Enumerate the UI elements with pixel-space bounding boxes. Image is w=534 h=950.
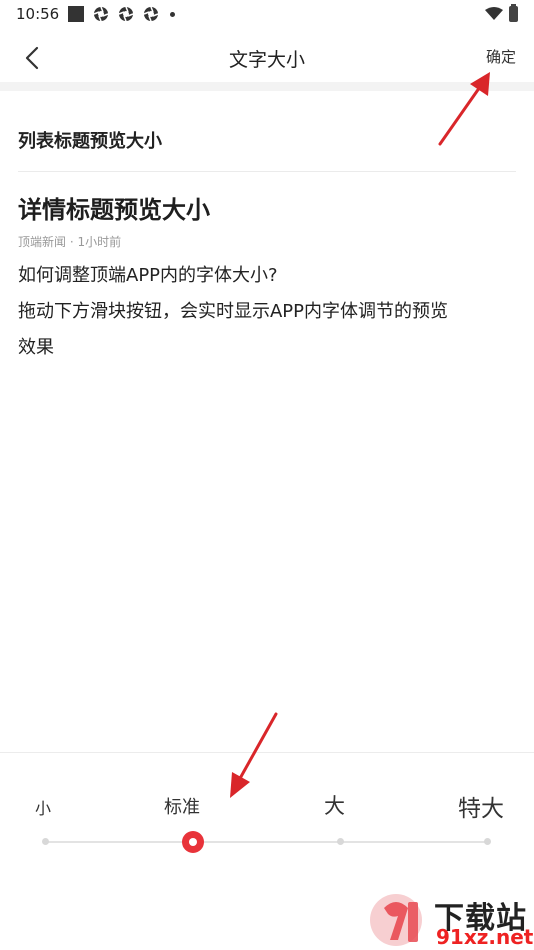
- battery-icon: [509, 4, 518, 22]
- system-icons: [485, 4, 518, 22]
- size-option-standard[interactable]: 标准: [164, 793, 200, 819]
- wifi-icon: [485, 7, 503, 20]
- notification-icons: [68, 6, 175, 22]
- confirm-button[interactable]: 确定: [486, 46, 516, 67]
- body-line: 拖动下方滑块按钮，会实时显示APP内字体调节的预览: [18, 301, 449, 322]
- body-line: 效果: [18, 337, 54, 358]
- size-option-extra-large[interactable]: 特大: [458, 789, 504, 823]
- size-option-large[interactable]: 大: [324, 790, 345, 820]
- size-option-small[interactable]: 小: [35, 795, 51, 819]
- preview-divider: [18, 171, 516, 172]
- body-line: 如何调整顶端APP内的字体大小?: [18, 265, 278, 286]
- slider-stop-small[interactable]: [42, 838, 49, 845]
- article-meta: 顶端新闻 · 1小时前: [18, 235, 122, 249]
- aperture-icon: [143, 6, 159, 22]
- slider-stop-extra-large[interactable]: [484, 838, 491, 845]
- page-title: 文字大小: [228, 49, 305, 71]
- app-header: 文字大小 确定: [0, 32, 534, 82]
- slider-stop-large[interactable]: [337, 838, 344, 845]
- watermark-url: 91xz.net: [436, 925, 534, 949]
- font-size-slider-thumb[interactable]: [183, 832, 203, 852]
- app-notification-icon: [68, 6, 84, 22]
- font-size-settings-screen: 10:56 文字大小 确定 列表标题预览大小 详情标题预览大小 顶端新闻 · 1…: [0, 0, 534, 950]
- list-title-preview: 列表标题预览大小: [18, 131, 162, 152]
- slider-panel-divider: [0, 752, 534, 753]
- aperture-icon: [93, 6, 109, 22]
- more-notifications-dot-icon: [170, 11, 175, 17]
- annotation-arrow-icon: [230, 712, 278, 798]
- status-bar: 10:56: [0, 0, 534, 28]
- header-divider: [0, 82, 534, 91]
- status-time: 10:56: [16, 5, 60, 23]
- aperture-icon: [118, 6, 134, 22]
- article-body-preview: 如何调整顶端APP内的字体大小? 拖动下方滑块按钮，会实时显示APP内字体调节的…: [18, 258, 518, 366]
- detail-title-preview: 详情标题预览大小: [18, 196, 210, 224]
- font-size-slider-track[interactable]: [45, 841, 488, 843]
